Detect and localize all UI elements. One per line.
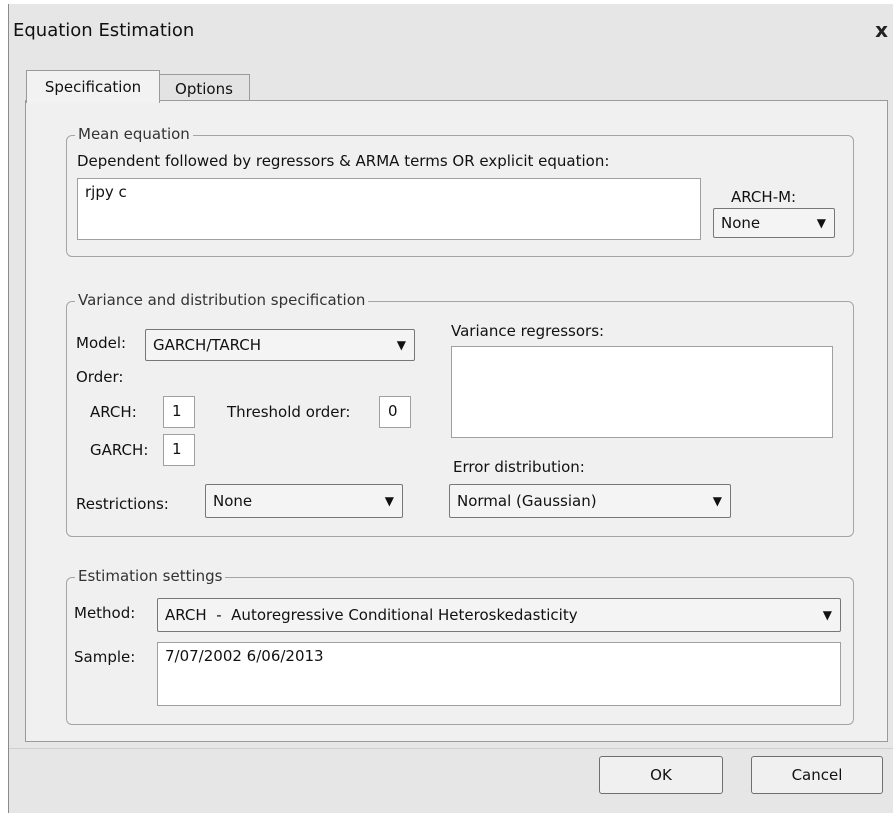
- method-label: Method:: [74, 604, 136, 622]
- archm-value: None: [721, 214, 761, 232]
- chevron-down-icon: ▼: [712, 494, 722, 508]
- threshold-order-input[interactable]: 0: [379, 396, 411, 428]
- chevron-down-icon: ▼: [384, 494, 394, 508]
- error-distribution-label: Error distribution:: [453, 458, 585, 476]
- model-value: GARCH/TARCH: [153, 336, 262, 354]
- archm-select[interactable]: None ▼: [713, 208, 835, 238]
- tab-specification[interactable]: Specification: [26, 70, 160, 103]
- title-bar[interactable]: Equation Estimation x: [9, 4, 893, 60]
- ok-button[interactable]: OK: [599, 756, 723, 794]
- window-title: Equation Estimation: [13, 20, 195, 41]
- sample-input[interactable]: 7/07/2002 6/06/2013: [157, 642, 841, 706]
- estimation-settings-group: Estimation settings Method: ARCH - Autor…: [66, 567, 854, 725]
- chevron-down-icon: ▼: [822, 608, 832, 622]
- cancel-button[interactable]: Cancel: [751, 756, 883, 794]
- sample-label: Sample:: [74, 648, 136, 666]
- restrictions-label: Restrictions:: [76, 495, 169, 513]
- garch-order-input[interactable]: 1: [163, 434, 195, 466]
- threshold-order-label: Threshold order:: [227, 403, 351, 421]
- model-label: Model:: [76, 334, 127, 352]
- method-value: ARCH - Autoregressive Conditional Hetero…: [165, 606, 578, 624]
- error-distribution-select[interactable]: Normal (Gaussian) ▼: [449, 484, 731, 518]
- arch-order-label: ARCH:: [90, 403, 137, 421]
- equation-estimation-dialog: Equation Estimation x Specification Opti…: [8, 4, 893, 813]
- method-select[interactable]: ARCH - Autoregressive Conditional Hetero…: [157, 598, 841, 632]
- variance-distribution-group: Variance and distribution specification …: [66, 291, 854, 537]
- variance-legend: Variance and distribution specification: [75, 291, 369, 309]
- equation-prompt-label: Dependent followed by regressors & ARMA …: [77, 152, 610, 170]
- chevron-down-icon: ▼: [396, 338, 406, 352]
- archm-label: ARCH-M:: [731, 188, 797, 206]
- error-distribution-value: Normal (Gaussian): [457, 492, 597, 510]
- mean-equation-input[interactable]: rjpy c: [77, 178, 701, 240]
- model-select[interactable]: GARCH/TARCH ▼: [145, 329, 415, 361]
- mean-equation-group: Mean equation Dependent followed by regr…: [66, 125, 854, 257]
- arch-order-input[interactable]: 1: [163, 396, 195, 428]
- specification-panel: Mean equation Dependent followed by regr…: [25, 100, 888, 742]
- tab-options[interactable]: Options: [158, 74, 250, 103]
- mean-equation-legend: Mean equation: [75, 125, 193, 143]
- variance-regressors-label: Variance regressors:: [451, 322, 605, 340]
- restrictions-value: None: [213, 492, 253, 510]
- restrictions-select[interactable]: None ▼: [205, 484, 403, 518]
- garch-order-label: GARCH:: [90, 441, 149, 459]
- close-icon[interactable]: x: [875, 18, 888, 42]
- chevron-down-icon: ▼: [816, 216, 826, 230]
- estimation-legend: Estimation settings: [75, 567, 226, 585]
- order-label: Order:: [76, 368, 124, 386]
- footer-divider: [9, 748, 893, 749]
- variance-regressors-input[interactable]: [451, 346, 833, 438]
